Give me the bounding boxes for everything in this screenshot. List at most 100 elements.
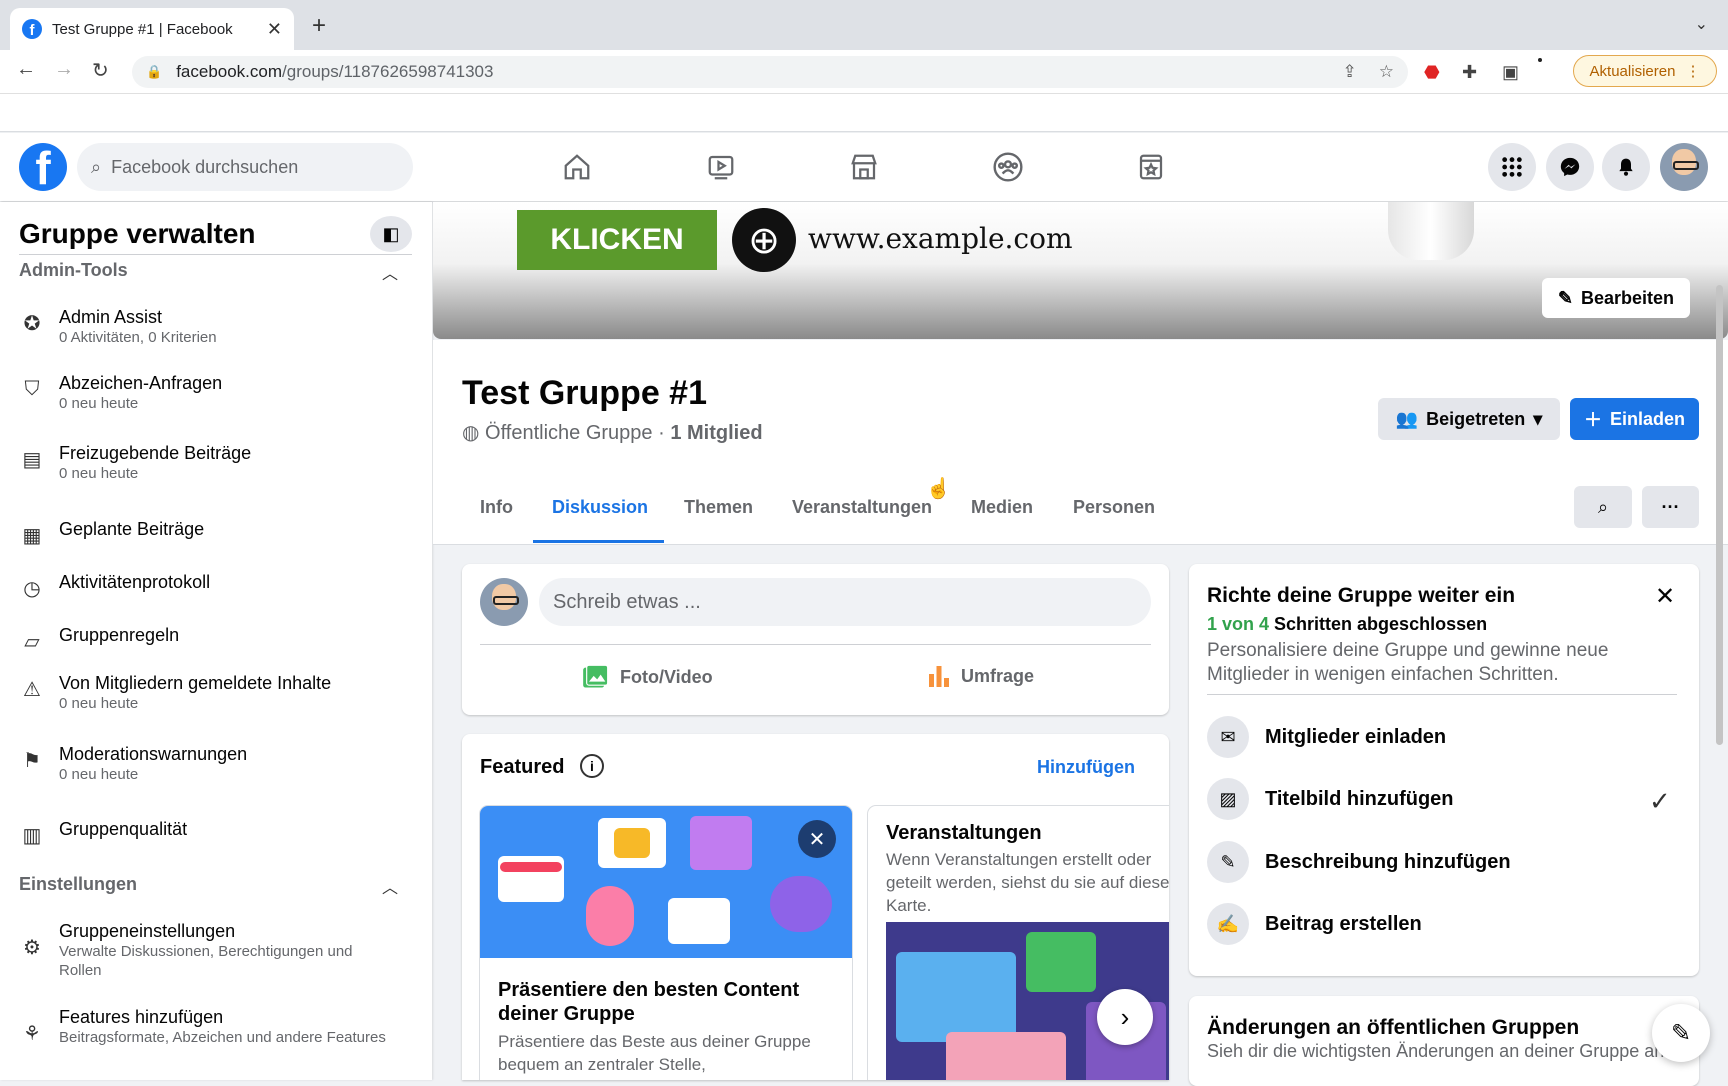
checkmark-icon: ✓ — [1649, 786, 1671, 816]
close-icon[interactable]: ✕ — [1655, 582, 1675, 611]
step-invite-members[interactable]: ✉ Mitglieder einladen — [1207, 716, 1446, 758]
sidebar-item-sub: 0 Aktivitäten, 0 Kriterien — [59, 329, 217, 346]
step-add-cover[interactable]: ▨ Titelbild hinzufügen — [1207, 778, 1454, 820]
composer-input[interactable]: Schreib etwas ... — [539, 578, 1151, 626]
reload-button[interactable]: ↻ — [92, 58, 109, 83]
new-message-button[interactable]: ✎ — [1652, 1004, 1710, 1062]
update-label: Aktualisieren — [1589, 62, 1676, 80]
tab-people[interactable]: Personen — [1073, 497, 1155, 518]
invite-button[interactable]: ＋ Einladen — [1570, 398, 1699, 440]
messenger-icon[interactable] — [1546, 143, 1594, 191]
tab-close-icon[interactable]: ✕ — [267, 19, 282, 40]
tab-media[interactable]: Medien — [971, 497, 1033, 518]
tab-topics[interactable]: Themen — [684, 497, 753, 518]
browser-content-gap — [0, 94, 1728, 132]
tab-events[interactable]: Veranstaltungen — [792, 497, 932, 518]
setup-title: Richte deine Gruppe weiter ein — [1207, 584, 1516, 607]
sidebar-item-label: Features hinzufügen — [59, 1007, 224, 1027]
watch-video-icon[interactable] — [696, 143, 746, 191]
close-icon[interactable]: ✕ — [798, 820, 836, 858]
illustration-tile — [1026, 932, 1096, 992]
back-button[interactable]: ← — [16, 58, 36, 81]
sidebar-item-label: Gruppenqualität — [59, 819, 188, 839]
account-avatar[interactable] — [1660, 143, 1708, 191]
illustration-tile — [770, 876, 832, 932]
cover-cup-graphic — [1388, 202, 1474, 260]
extension-shield-icon[interactable]: ⬣ — [1424, 62, 1440, 83]
invite-envelope-icon: ✉ — [1207, 716, 1249, 758]
group-more-button[interactable]: ··· — [1642, 486, 1699, 528]
setup-progress-rest: Schritten abgeschlossen — [1269, 614, 1488, 634]
step-add-description[interactable]: ✎ Beschreibung hinzufügen — [1207, 841, 1511, 883]
edit-cover-button[interactable]: ✎ Bearbeiten — [1542, 278, 1690, 318]
compose-icon: ✍ — [1207, 903, 1249, 945]
setup-divider — [1207, 694, 1677, 695]
browser-tab[interactable]: f Test Gruppe #1 | Facebook ✕ — [10, 8, 294, 50]
side-panel-icon[interactable]: ▣ — [1502, 62, 1519, 83]
gaming-icon[interactable] — [1126, 143, 1176, 191]
photo-video-button[interactable]: Foto/Video — [582, 664, 713, 690]
url-path: /groups/1187626598741303 — [282, 62, 494, 81]
sidebar-item-activity-log[interactable]: ◷ Aktivitätenprotokoll — [19, 571, 210, 601]
tab-search-chevron-icon[interactable]: ⌄ — [1695, 14, 1708, 34]
sidebar-item-reported-content[interactable]: ⚠ Von Mitgliedern gemeldete Inhalte 0 neu… — [19, 672, 331, 713]
notifications-bell-icon[interactable] — [1602, 143, 1650, 191]
sidebar-item-group-rules[interactable]: ▱ Gruppenregeln — [19, 624, 179, 654]
sidebar-item-moderation-alerts[interactable]: ⚑ Moderationswarnungen 0 neu heute — [19, 743, 247, 784]
joined-button[interactable]: 👥 Beigetreten ▾ — [1378, 398, 1560, 440]
rules-book-icon: ▱ — [24, 630, 40, 653]
sidebar-item-badge-requests[interactable]: ⛉ Abzeichen-Anfragen 0 neu heute — [19, 372, 223, 413]
sidebar-item-scheduled-posts[interactable]: ▦ Geplante Beiträge — [19, 518, 205, 548]
composer-avatar[interactable] — [480, 578, 528, 626]
sidebar-item-sub: 0 neu heute — [59, 695, 139, 712]
group-search-button[interactable]: ⌕ — [1574, 486, 1632, 528]
chevron-up-icon[interactable]: ︿ — [382, 260, 398, 284]
extensions-puzzle-icon[interactable]: ✚ — [1462, 62, 1477, 83]
step-create-post[interactable]: ✍ Beitrag erstellen — [1207, 903, 1422, 945]
new-tab-button[interactable]: + — [312, 12, 326, 40]
bookmark-star-icon[interactable]: ☆ — [1379, 62, 1394, 82]
sidebar-item-add-features[interactable]: ⚘ Features hinzufügen Beitragsformate, Ab… — [19, 1006, 389, 1047]
section-admin-tools[interactable]: Admin-Tools — [19, 260, 128, 281]
group-privacy[interactable]: Öffentliche Gruppe · — [485, 422, 670, 444]
group-member-count[interactable]: 1 Mitglied — [670, 422, 762, 444]
changes-title: Änderungen an öffentlichen Gruppen — [1207, 1016, 1580, 1039]
setup-progress: 1 von 4 Schritten abgeschlossen — [1207, 614, 1487, 635]
sidebar-item-pending-posts[interactable]: ▤ Freizugebende Beiträge 0 neu heute — [19, 442, 252, 483]
scrollbar[interactable] — [1716, 285, 1723, 745]
sidebar-item-label: Admin Assist — [59, 307, 163, 327]
poll-button[interactable]: Umfrage — [927, 664, 1034, 688]
photo-icon — [583, 664, 609, 688]
home-icon[interactable] — [552, 143, 602, 191]
update-button[interactable]: Aktualisieren ⋮ — [1573, 55, 1717, 87]
featured-add-button[interactable]: Hinzufügen — [1037, 757, 1135, 778]
chevron-right-icon[interactable]: › — [1097, 989, 1153, 1045]
groups-icon[interactable] — [983, 143, 1033, 191]
info-icon[interactable]: i — [580, 754, 604, 778]
featured-card-content[interactable]: ✕ Präsentiere den besten Content deiner … — [480, 806, 852, 1080]
marketplace-icon[interactable] — [839, 143, 889, 191]
post-composer: Schreib etwas ... Foto/Video Umfrage — [462, 564, 1169, 715]
facebook-logo[interactable]: f — [19, 143, 67, 191]
illustration-tile — [946, 1032, 1066, 1080]
sidebar-item-sub: Beitragsformate, Abzeichen und andere Fe… — [59, 1029, 386, 1046]
section-settings[interactable]: Einstellungen — [19, 874, 137, 895]
sidebar-item-admin-assist[interactable]: ✪ Admin Assist 0 Aktivitäten, 0 Kriterien — [19, 306, 217, 347]
globe-icon: ⊕ — [732, 208, 796, 272]
chevron-up-icon[interactable]: ︿ — [382, 874, 398, 898]
sidebar-item-group-settings[interactable]: ⚙ Gruppeneinstellungen Verwalte Diskussio… — [19, 920, 389, 980]
facebook-search-input[interactable]: ⌕ Facebook durchsuchen — [77, 143, 413, 191]
sidebar-item-group-quality[interactable]: ▥ Gruppenqualität — [19, 818, 188, 848]
share-icon[interactable]: ⇪ — [1343, 62, 1357, 82]
sidebar-collapse-icon[interactable]: ◧ — [370, 216, 412, 252]
public-group-changes-card[interactable]: Änderungen an öffentlichen Gruppen Sieh … — [1189, 996, 1699, 1086]
menu-grid-icon[interactable] — [1488, 143, 1536, 191]
events-card-title: Veranstaltungen — [886, 822, 1042, 844]
forward-button[interactable]: → — [54, 58, 74, 81]
tab-info[interactable]: Info — [480, 497, 513, 518]
address-bar[interactable]: 🔒 facebook.com/groups/1187626598741303 ⇪… — [132, 56, 1408, 88]
tab-discussion[interactable]: Diskussion — [552, 497, 648, 518]
manage-group-sidebar: Gruppe verwalten ◧ Admin-Tools ︿ ✪ Admin… — [0, 202, 432, 1080]
search-icon: ⌕ — [1597, 496, 1609, 517]
facebook-header: f ⌕ Facebook durchsuchen — [0, 133, 1728, 201]
